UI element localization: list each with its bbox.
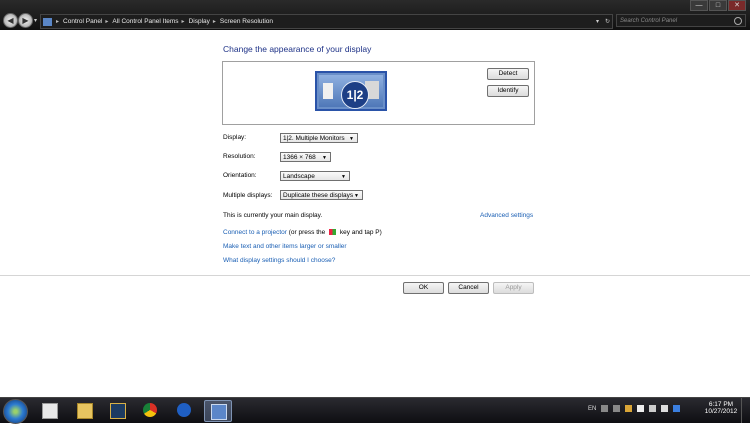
show-desktop-button[interactable] — [741, 398, 750, 423]
breadcrumb-separator: ▸ — [212, 19, 216, 25]
display-preview: 1|2 Detect Identify — [222, 61, 535, 125]
window-switcher-icon — [42, 403, 58, 419]
control-panel-icon — [43, 17, 52, 26]
taskbar-explorer[interactable] — [71, 400, 97, 420]
orientation-label: Orientation: — [223, 172, 257, 179]
minimize-button[interactable]: — — [690, 0, 708, 11]
monitor-icon[interactable]: 1|2 — [315, 71, 387, 111]
window-controls: — □ ✕ — [690, 0, 746, 11]
system-tray: EN — [588, 405, 681, 412]
start-button[interactable] — [3, 399, 28, 424]
chrome-icon — [143, 403, 157, 417]
breadcrumb-separator: ▸ — [56, 19, 60, 25]
display-select-value: 1|2. Multiple Monitors — [283, 135, 345, 142]
breadcrumb-all-items[interactable]: All Control Panel Items — [112, 18, 178, 25]
display-select[interactable]: 1|2. Multiple Monitors ▼ — [280, 133, 358, 143]
orientation-select[interactable]: Landscape ▼ — [280, 171, 350, 181]
taskbar-bluetooth[interactable] — [171, 400, 197, 420]
refresh-icon[interactable]: ↻ — [605, 18, 610, 25]
address-history-icon[interactable]: ▾ — [596, 18, 599, 25]
taskbar-launcher[interactable] — [104, 400, 130, 420]
tray-icon[interactable] — [601, 405, 609, 412]
taskbar-chrome[interactable] — [137, 400, 163, 420]
forward-button[interactable]: ▶ — [18, 13, 33, 28]
address-actions: ▾ ↻ — [596, 15, 610, 28]
breadcrumb-display[interactable]: Display — [189, 18, 210, 25]
clock-time: 6:17 PM — [708, 401, 734, 408]
recent-pages-dropdown[interactable]: ▾ — [34, 17, 37, 24]
league-launcher-icon — [110, 403, 126, 419]
taskbar-show-desktop-app[interactable] — [36, 400, 62, 420]
network-icon[interactable] — [649, 405, 657, 412]
clock-date: 10/27/2012 — [704, 408, 738, 415]
breadcrumb-separator: ▸ — [181, 19, 185, 25]
maximize-button[interactable]: □ — [709, 0, 727, 11]
breadcrumb-screen-resolution[interactable]: Screen Resolution — [220, 18, 273, 25]
tray-icon[interactable] — [613, 405, 621, 412]
display-settings-icon — [211, 404, 227, 420]
divider — [0, 275, 750, 276]
monitor-number-label: 1|2 — [341, 81, 369, 109]
windows-key-icon — [329, 229, 337, 236]
language-indicator[interactable]: EN — [588, 406, 596, 412]
address-bar[interactable]: ▸ Control Panel ▸ All Control Panel Item… — [40, 14, 613, 29]
page-title: Change the appearance of your display — [223, 44, 372, 54]
monitor-screen: 1|2 — [319, 75, 383, 109]
multiple-displays-select-value: Duplicate these displays — [283, 192, 354, 199]
ok-button[interactable]: OK — [403, 282, 444, 294]
clock[interactable]: 6:17 PM 10/27/2012 — [703, 401, 739, 415]
chevron-down-icon: ▼ — [341, 174, 346, 180]
taskbar: EN 6:17 PM 10/27/2012 — [0, 397, 750, 424]
breadcrumb-separator: ▸ — [105, 19, 109, 25]
bluetooth-tray-icon[interactable] — [673, 405, 681, 412]
search-placeholder: Search Control Panel — [620, 18, 678, 24]
resolution-select[interactable]: 1366 × 768 ▼ — [280, 152, 331, 162]
main-display-note: This is currently your main display. — [223, 212, 323, 219]
cancel-button[interactable]: Cancel — [448, 282, 489, 294]
chevron-down-icon: ▼ — [354, 193, 359, 199]
multiple-displays-label: Multiple displays: — [223, 192, 273, 199]
close-button[interactable]: ✕ — [728, 0, 746, 11]
taskbar-control-panel-active[interactable] — [204, 400, 232, 422]
text-size-link[interactable]: Make text and other items larger or smal… — [223, 243, 347, 250]
search-icon[interactable] — [734, 17, 742, 25]
chevron-down-icon: ▼ — [322, 155, 327, 161]
bluetooth-icon — [177, 403, 191, 417]
identify-button[interactable]: Identify — [487, 85, 529, 97]
resolution-label: Resolution: — [223, 153, 256, 160]
advanced-settings-link[interactable]: Advanced settings — [480, 212, 533, 219]
projector-hint: (or press the — [288, 229, 326, 236]
breadcrumb-control-panel[interactable]: Control Panel — [63, 18, 102, 25]
chevron-down-icon: ▼ — [349, 136, 354, 142]
projector-hint-end: key and tap P) — [339, 229, 382, 236]
monitor-window-thumbnail — [323, 83, 333, 99]
multiple-displays-select[interactable]: Duplicate these displays ▼ — [280, 190, 363, 200]
action-center-icon[interactable] — [637, 405, 645, 412]
tray-icon[interactable] — [625, 405, 633, 412]
volume-icon[interactable] — [661, 405, 669, 412]
help-link[interactable]: What display settings should I choose? — [223, 257, 335, 264]
search-input[interactable]: Search Control Panel — [616, 14, 746, 27]
connect-projector-link[interactable]: Connect to a projector — [223, 229, 287, 236]
resolution-select-value: 1366 × 768 — [283, 154, 316, 161]
apply-button[interactable]: Apply — [493, 282, 534, 294]
projector-line: Connect to a projector (or press the key… — [223, 229, 382, 236]
display-label: Display: — [223, 134, 247, 141]
window-titlebar: — □ ✕ ◀ ▶ ▾ ▸ Control Panel ▸ All Contro… — [0, 0, 750, 30]
orientation-select-value: Landscape — [283, 173, 315, 180]
detect-button[interactable]: Detect — [487, 68, 529, 80]
folder-icon — [77, 403, 93, 419]
back-button[interactable]: ◀ — [3, 13, 18, 28]
